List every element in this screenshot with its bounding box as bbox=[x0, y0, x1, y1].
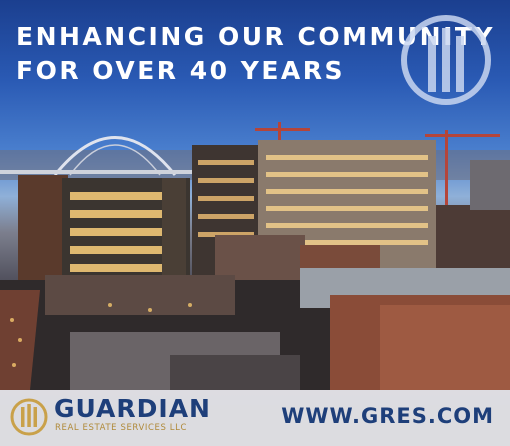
banner-ad[interactable]: ENHANCING OUR COMMUNITY FOR OVER 40 YEAR… bbox=[0, 0, 510, 446]
footer-bar: GUARDIAN REAL ESTATE SERVICES LLC WWW.GR… bbox=[0, 390, 510, 446]
website-link[interactable]: WWW.GRES.COM bbox=[281, 404, 494, 428]
city-skyline-photo bbox=[0, 122, 510, 390]
brand-name: GUARDIAN bbox=[54, 394, 211, 423]
brand-tagline: REAL ESTATE SERVICES LLC bbox=[55, 423, 187, 433]
guardian-logo-icon bbox=[401, 15, 491, 105]
guardian-logo-icon bbox=[10, 398, 48, 436]
